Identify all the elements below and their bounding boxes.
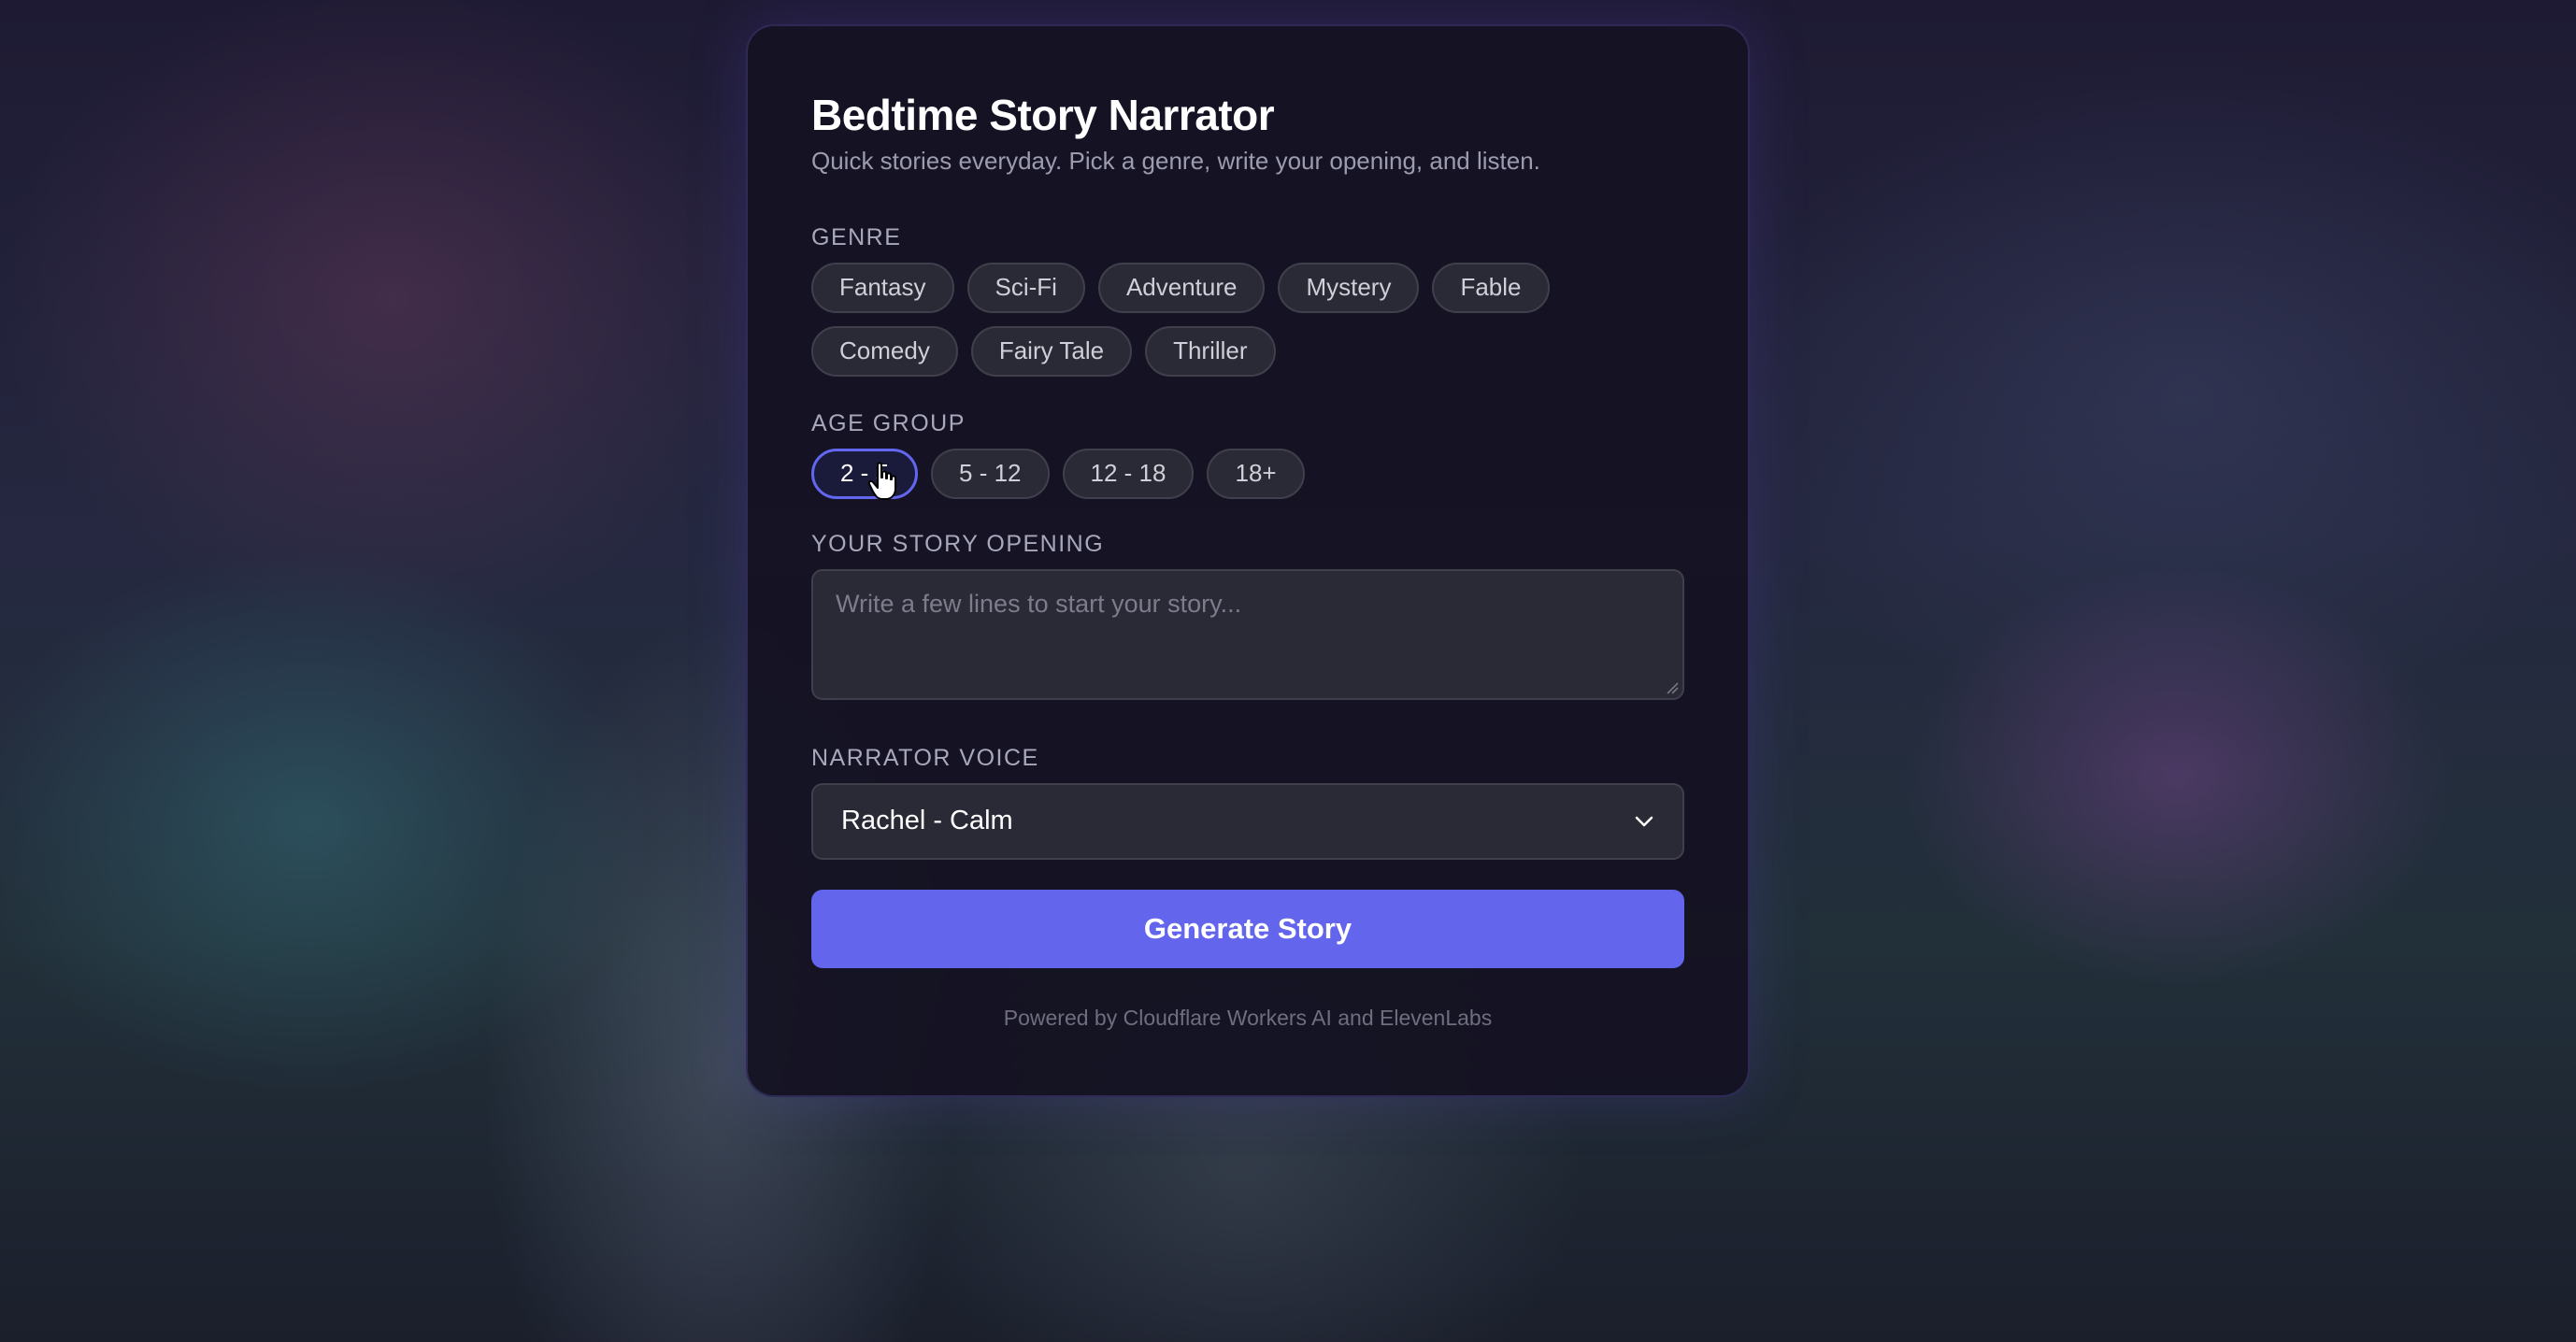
genre-chip-fantasy[interactable]: Fantasy — [811, 262, 954, 313]
generate-story-button[interactable]: Generate Story — [811, 889, 1684, 968]
hand-pointer-cursor-icon — [867, 462, 896, 500]
genre-chip-sci-fi[interactable]: Sci-Fi — [966, 262, 1085, 313]
age-group-label: AGE GROUP — [811, 409, 966, 436]
page-title: Bedtime Story Narrator — [811, 91, 1275, 139]
genre-chips: Fantasy Sci-Fi Adventure Mystery Fable C… — [811, 262, 1578, 377]
story-opening-textarea[interactable]: Write a few lines to start your story... — [811, 568, 1684, 700]
genre-chip-comedy[interactable]: Comedy — [811, 325, 958, 377]
genre-chip-fairy-tale[interactable]: Fairy Tale — [970, 325, 1133, 377]
chevron-down-icon — [1635, 816, 1653, 826]
genre-label: GENRE — [811, 223, 902, 250]
age-chip-12-18[interactable]: 12 - 18 — [1062, 448, 1195, 499]
narrator-voice-label: NARRATOR VOICE — [811, 744, 1039, 771]
narrator-voice-value: Rachel - Calm — [841, 806, 1013, 836]
narrator-voice-select[interactable]: Rachel - Calm — [811, 782, 1684, 860]
story-opening-placeholder: Write a few lines to start your story... — [836, 589, 1242, 618]
story-opening-label: YOUR STORY OPENING — [811, 530, 1105, 557]
age-group-chips: 2 - 5 5 - 12 12 - 18 18+ — [811, 448, 1578, 499]
genre-chip-fable[interactable]: Fable — [1432, 262, 1550, 313]
story-form-card: Bedtime Story Narrator Quick stories eve… — [746, 24, 1750, 1097]
age-chip-18-plus[interactable]: 18+ — [1207, 448, 1305, 499]
genre-chip-thriller[interactable]: Thriller — [1145, 325, 1276, 377]
genre-chip-adventure[interactable]: Adventure — [1097, 262, 1266, 313]
page-subtitle: Quick stories everyday. Pick a genre, wr… — [811, 146, 1540, 175]
age-chip-2-5[interactable]: 2 - 5 — [811, 448, 919, 499]
age-chip-5-12[interactable]: 5 - 12 — [931, 448, 1050, 499]
footer-credits: Powered by Cloudflare Workers AI and Ele… — [1003, 1005, 1493, 1030]
resize-grip-icon[interactable] — [1666, 681, 1679, 694]
genre-chip-mystery[interactable]: Mystery — [1278, 262, 1420, 313]
